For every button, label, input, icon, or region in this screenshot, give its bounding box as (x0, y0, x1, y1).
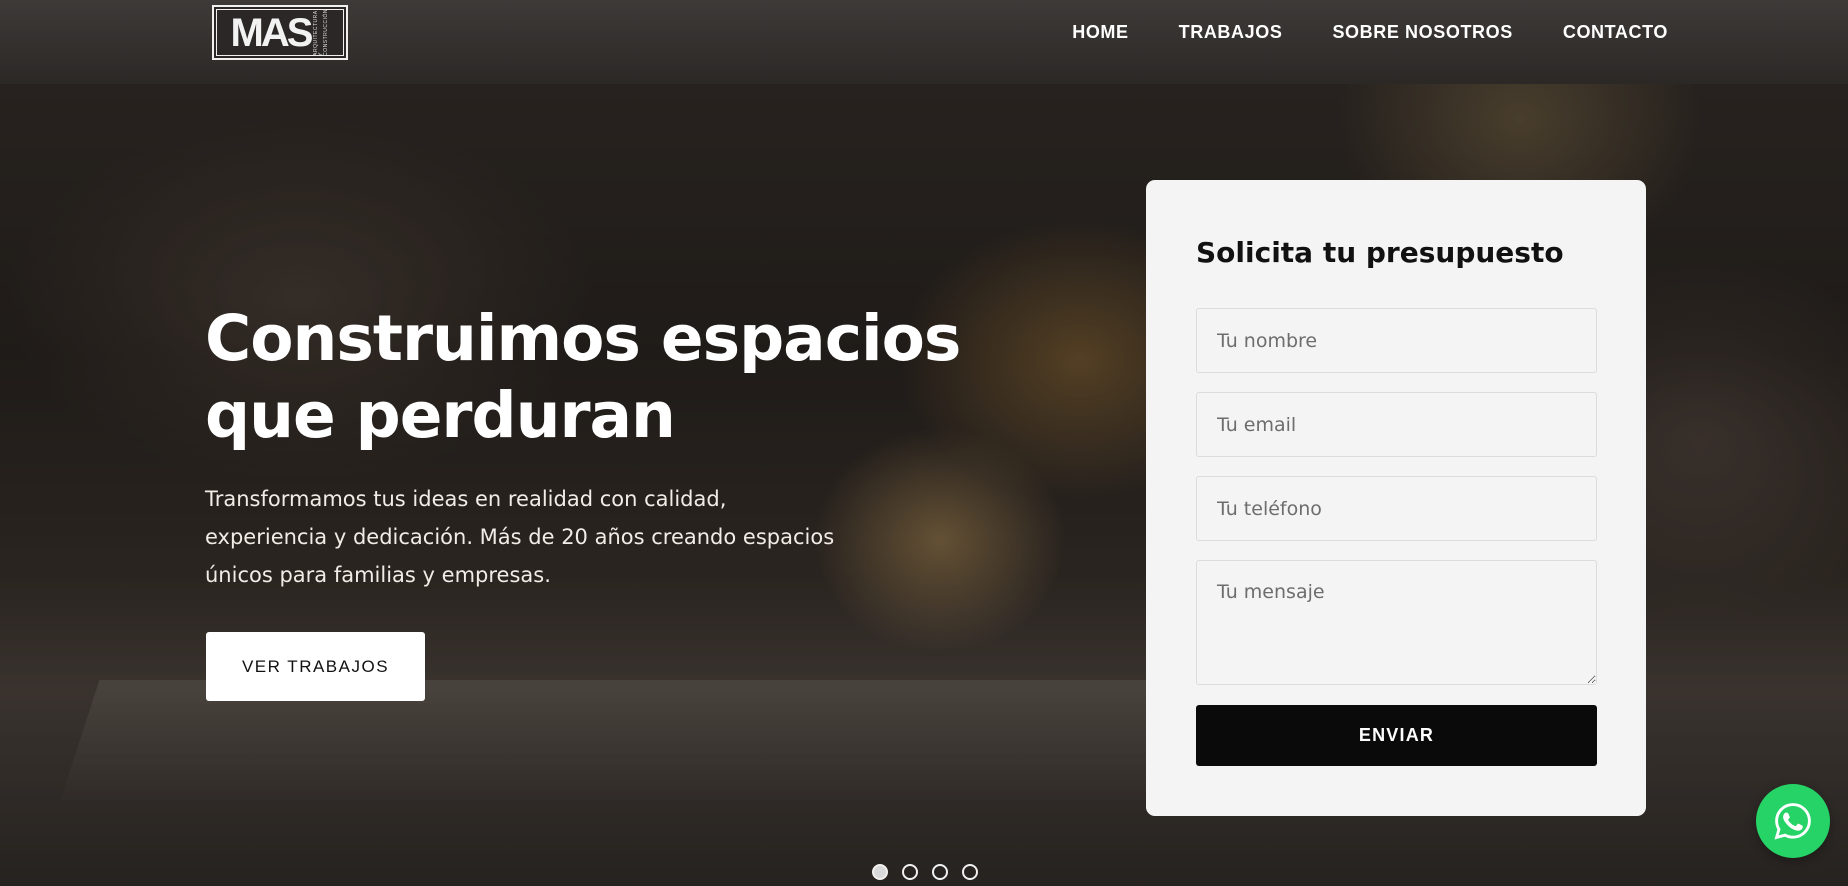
main-nav: HOME TRABAJOS SOBRE NOSOTROS CONTACTO (1072, 22, 1668, 43)
logo-subtitle: ARQUITECTURA Y CONSTRUCCIÓN (313, 9, 330, 56)
form-title: Solicita tu presupuesto (1196, 236, 1564, 269)
carousel-dot-2[interactable] (902, 864, 918, 880)
carousel-dot-4[interactable] (962, 864, 978, 880)
whatsapp-icon (1774, 803, 1811, 840)
carousel-indicators (872, 864, 978, 880)
hero-subtitle: Transformamos tus ideas en realidad con … (205, 487, 835, 587)
hero-title: Construimos espacios que perduran (205, 302, 961, 452)
message-textarea[interactable] (1196, 560, 1597, 685)
phone-input[interactable] (1196, 476, 1597, 541)
name-input[interactable] (1196, 308, 1597, 373)
logo[interactable]: MAS ARQUITECTURA Y CONSTRUCCIÓN (212, 5, 348, 60)
nav-item-trabajos[interactable]: TRABAJOS (1179, 22, 1283, 43)
logo-text: MAS (230, 10, 314, 55)
logo-frame: MAS ARQUITECTURA Y CONSTRUCCIÓN (216, 9, 344, 56)
carousel-dot-3[interactable] (932, 864, 948, 880)
nav-item-home[interactable]: HOME (1072, 22, 1128, 43)
navbar: MAS ARQUITECTURA Y CONSTRUCCIÓN HOME TRA… (0, 0, 1848, 84)
email-input[interactable] (1196, 392, 1597, 457)
view-works-button[interactable]: VER TRABAJOS (206, 632, 425, 701)
nav-item-sobre-nosotros[interactable]: SOBRE NOSOTROS (1332, 22, 1512, 43)
quote-form-card: Solicita tu presupuesto ENVIAR (1146, 180, 1646, 816)
whatsapp-button[interactable] (1756, 784, 1830, 858)
nav-item-contacto[interactable]: CONTACTO (1563, 22, 1668, 43)
submit-button[interactable]: ENVIAR (1196, 705, 1597, 766)
carousel-dot-1[interactable] (872, 864, 888, 880)
